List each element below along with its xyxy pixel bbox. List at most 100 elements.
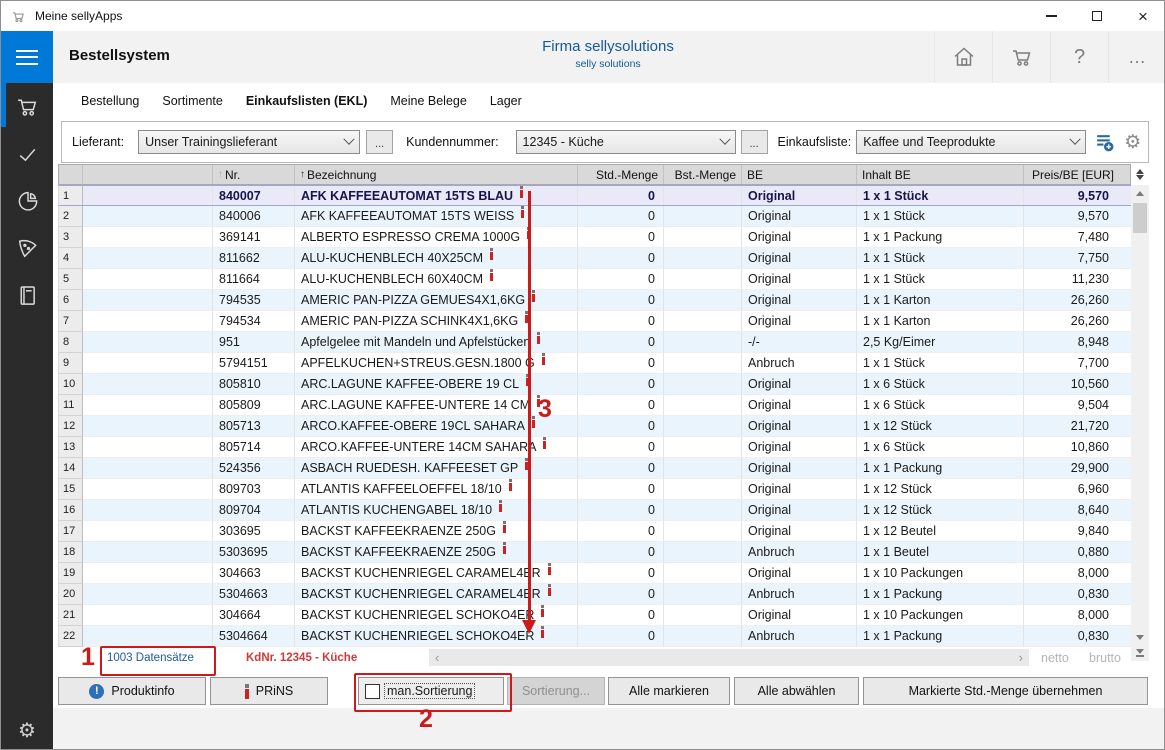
sidebar-item-cart[interactable] xyxy=(1,89,53,123)
close-button[interactable]: × xyxy=(1120,1,1165,31)
prins-button[interactable]: PRiNS xyxy=(210,677,328,705)
table-row[interactable]: 9 5794151 APFELKUCHEN+STREUS.GESN.1800 G… xyxy=(58,353,1131,374)
article-info-icon[interactable] xyxy=(548,584,551,596)
vertical-scrollbar[interactable] xyxy=(1131,164,1149,661)
article-info-icon[interactable] xyxy=(521,206,524,218)
cart-button[interactable] xyxy=(992,31,1050,83)
kundennummer-label: Kundennummer: xyxy=(406,135,498,149)
article-info-icon[interactable] xyxy=(509,479,512,491)
scroll-right-icon[interactable]: › xyxy=(1019,651,1023,664)
einkaufsliste-select[interactable]: Kaffee und Teeprodukte xyxy=(856,130,1086,154)
table-row[interactable]: 11 805809 ARC.LAGUNE KAFFEE-UNTERE 14 CM… xyxy=(58,395,1131,416)
cell-bezeichnung: ARCO.KAFFEE-OBERE 19CL SAHARA xyxy=(295,416,578,437)
table-row[interactable]: 3 369141 ALBERTO ESPRESSO CREMA 1000G 0 … xyxy=(58,227,1131,248)
col-bezeichnung[interactable]: ↑Bezeichnung xyxy=(295,165,578,184)
article-info-icon[interactable] xyxy=(490,269,493,281)
table-row[interactable]: 15 809703 ATLANTIS KAFFEELOEFFEL 18/10 0… xyxy=(58,479,1131,500)
sidebar-item-products[interactable] xyxy=(1,231,53,265)
lieferant-select[interactable]: Unser Trainingslieferant xyxy=(138,130,360,154)
settings-gear-icon[interactable]: ⚙ xyxy=(1,718,53,743)
sortierung-button[interactable]: Sortierung... xyxy=(507,677,605,705)
scroll-left-icon[interactable]: ‹ xyxy=(435,651,439,664)
table-row[interactable]: 2 840006 AFK KAFFEEAUTOMAT 15TS WEISS 0 … xyxy=(58,206,1131,227)
col-be[interactable]: BE xyxy=(742,165,857,184)
article-info-icon[interactable] xyxy=(532,416,535,428)
article-info-icon[interactable] xyxy=(503,542,506,554)
uebernehmen-button[interactable]: Markierte Std.-Menge übernehmen xyxy=(863,677,1148,705)
more-button[interactable]: … xyxy=(1108,31,1165,83)
cell-marker xyxy=(83,458,213,479)
article-info-icon[interactable] xyxy=(537,332,540,344)
produktinfo-button[interactable]: ! Produktinfo xyxy=(58,677,206,705)
article-info-icon[interactable] xyxy=(541,626,544,638)
table-row[interactable]: 21 304664 BACKST KUCHENRIEGEL SCHOKO4ER … xyxy=(58,605,1131,626)
table-row[interactable]: 16 809704 ATLANTIS KUCHENGABEL 18/10 0 O… xyxy=(58,500,1131,521)
table-row[interactable]: 17 303695 BACKST KAFFEEKRAENZE 250G 0 Or… xyxy=(58,521,1131,542)
home-button[interactable] xyxy=(934,31,992,83)
annotation-arrow-head xyxy=(522,620,536,634)
tab-lager[interactable]: Lager xyxy=(490,94,522,108)
brutto-toggle[interactable]: brutto xyxy=(1089,651,1121,665)
article-info-icon[interactable] xyxy=(542,353,545,365)
table-row[interactable]: 7 794534 AMERIC PAN-PIZZA SCHINK4X1,6KG … xyxy=(58,311,1131,332)
table-row[interactable]: 20 5304663 BACKST KUCHENRIEGEL CARAMEL4E… xyxy=(58,584,1131,605)
article-info-icon[interactable] xyxy=(520,186,523,198)
cell-std-menge: 0 xyxy=(578,458,664,479)
scroll-to-end-button[interactable] xyxy=(1131,645,1149,661)
cell-preis: 8,948 xyxy=(1024,332,1132,353)
table-row[interactable]: 1 840007 AFK KAFFEEAUTOMAT 15TS BLAU 0 O… xyxy=(58,185,1131,206)
scroll-up-button[interactable] xyxy=(1131,185,1149,201)
sidebar-item-statistics[interactable] xyxy=(1,184,53,218)
table-row[interactable]: 6 794535 AMERIC PAN-PIZZA GEMUES4X1,6KG … xyxy=(58,290,1131,311)
sidebar-item-catalog[interactable] xyxy=(1,278,53,312)
kundennummer-browse-button[interactable]: ... xyxy=(741,130,768,154)
close-icon: × xyxy=(1138,8,1148,25)
col-nr[interactable]: ↑Nr. xyxy=(213,165,295,184)
help-button[interactable]: ? xyxy=(1050,31,1108,83)
alle-abwaehlen-button[interactable]: Alle abwählen xyxy=(734,677,859,705)
table-row[interactable]: 22 5304664 BACKST KUCHENRIEGEL SCHOKO4ER… xyxy=(58,626,1131,647)
table-row[interactable]: 4 811662 ALU-KUCHENBLECH 40X25CM 0 Origi… xyxy=(58,248,1131,269)
table-row[interactable]: 18 5303695 BACKST KAFFEEKRAENZE 250G 0 A… xyxy=(58,542,1131,563)
horizontal-scrollbar[interactable]: ‹ › xyxy=(429,649,1029,666)
table-row[interactable]: 14 524356 ASBACH RUEDESH. KAFFEESET GP 0… xyxy=(58,458,1131,479)
col-preis[interactable]: Preis/BE [EUR] xyxy=(1024,165,1132,184)
table-row[interactable]: 12 805713 ARCO.KAFFEE-OBERE 19CL SAHARA … xyxy=(58,416,1131,437)
article-info-icon[interactable] xyxy=(543,437,546,449)
cell-inhalt-be: 1 x 6 Stück xyxy=(857,437,1024,458)
article-info-icon[interactable] xyxy=(532,290,535,302)
new-list-icon[interactable] xyxy=(1094,132,1115,153)
col-bst-menge[interactable]: Bst.-Menge xyxy=(664,165,742,184)
cell-marker xyxy=(83,186,213,205)
scroll-down-button[interactable] xyxy=(1131,629,1149,645)
lieferant-browse-button[interactable]: ... xyxy=(366,130,393,154)
list-settings-gear-icon[interactable]: ⚙ xyxy=(1124,131,1141,154)
tab-meine-belege[interactable]: Meine Belege xyxy=(390,94,466,108)
row-number: 11 xyxy=(59,395,83,416)
table-row[interactable]: 19 304663 BACKST KUCHENRIEGEL CARAMEL4ER… xyxy=(58,563,1131,584)
article-info-icon[interactable] xyxy=(541,605,544,617)
maximize-button[interactable] xyxy=(1074,1,1120,31)
kundennummer-select[interactable]: 12345 - Küche xyxy=(516,130,736,154)
article-info-icon[interactable] xyxy=(548,563,551,575)
hamburger-menu-button[interactable] xyxy=(1,31,53,83)
tab-bestellung[interactable]: Bestellung xyxy=(81,94,139,108)
netto-toggle[interactable]: netto xyxy=(1041,651,1069,665)
minimize-button[interactable] xyxy=(1028,1,1074,31)
article-info-icon[interactable] xyxy=(499,500,502,512)
cell-be: Original xyxy=(742,395,857,416)
table-row[interactable]: 8 951 Apfelgelee mit Mandeln und Apfelst… xyxy=(58,332,1131,353)
alle-markieren-button[interactable]: Alle markieren xyxy=(608,677,730,705)
col-std-menge[interactable]: Std.-Menge xyxy=(578,165,664,184)
sort-both-icon[interactable] xyxy=(1131,164,1149,185)
sidebar-item-checkmark[interactable] xyxy=(1,137,53,171)
table-row[interactable]: 13 805714 ARCO.KAFFEE-UNTERE 14CM SAHARA… xyxy=(58,437,1131,458)
scrollbar-thumb[interactable] xyxy=(1133,203,1147,233)
table-row[interactable]: 5 811664 ALU-KUCHENBLECH 60X40CM 0 Origi… xyxy=(58,269,1131,290)
article-info-icon[interactable] xyxy=(503,521,506,533)
table-row[interactable]: 10 805810 ARC.LAGUNE KAFFEE-OBERE 19 CL … xyxy=(58,374,1131,395)
tab-einkaufslisten[interactable]: Einkaufslisten (EKL) xyxy=(246,94,368,108)
article-info-icon[interactable] xyxy=(490,248,493,260)
tab-sortimente[interactable]: Sortimente xyxy=(162,94,222,108)
col-inhalt-be[interactable]: Inhalt BE xyxy=(857,165,1024,184)
